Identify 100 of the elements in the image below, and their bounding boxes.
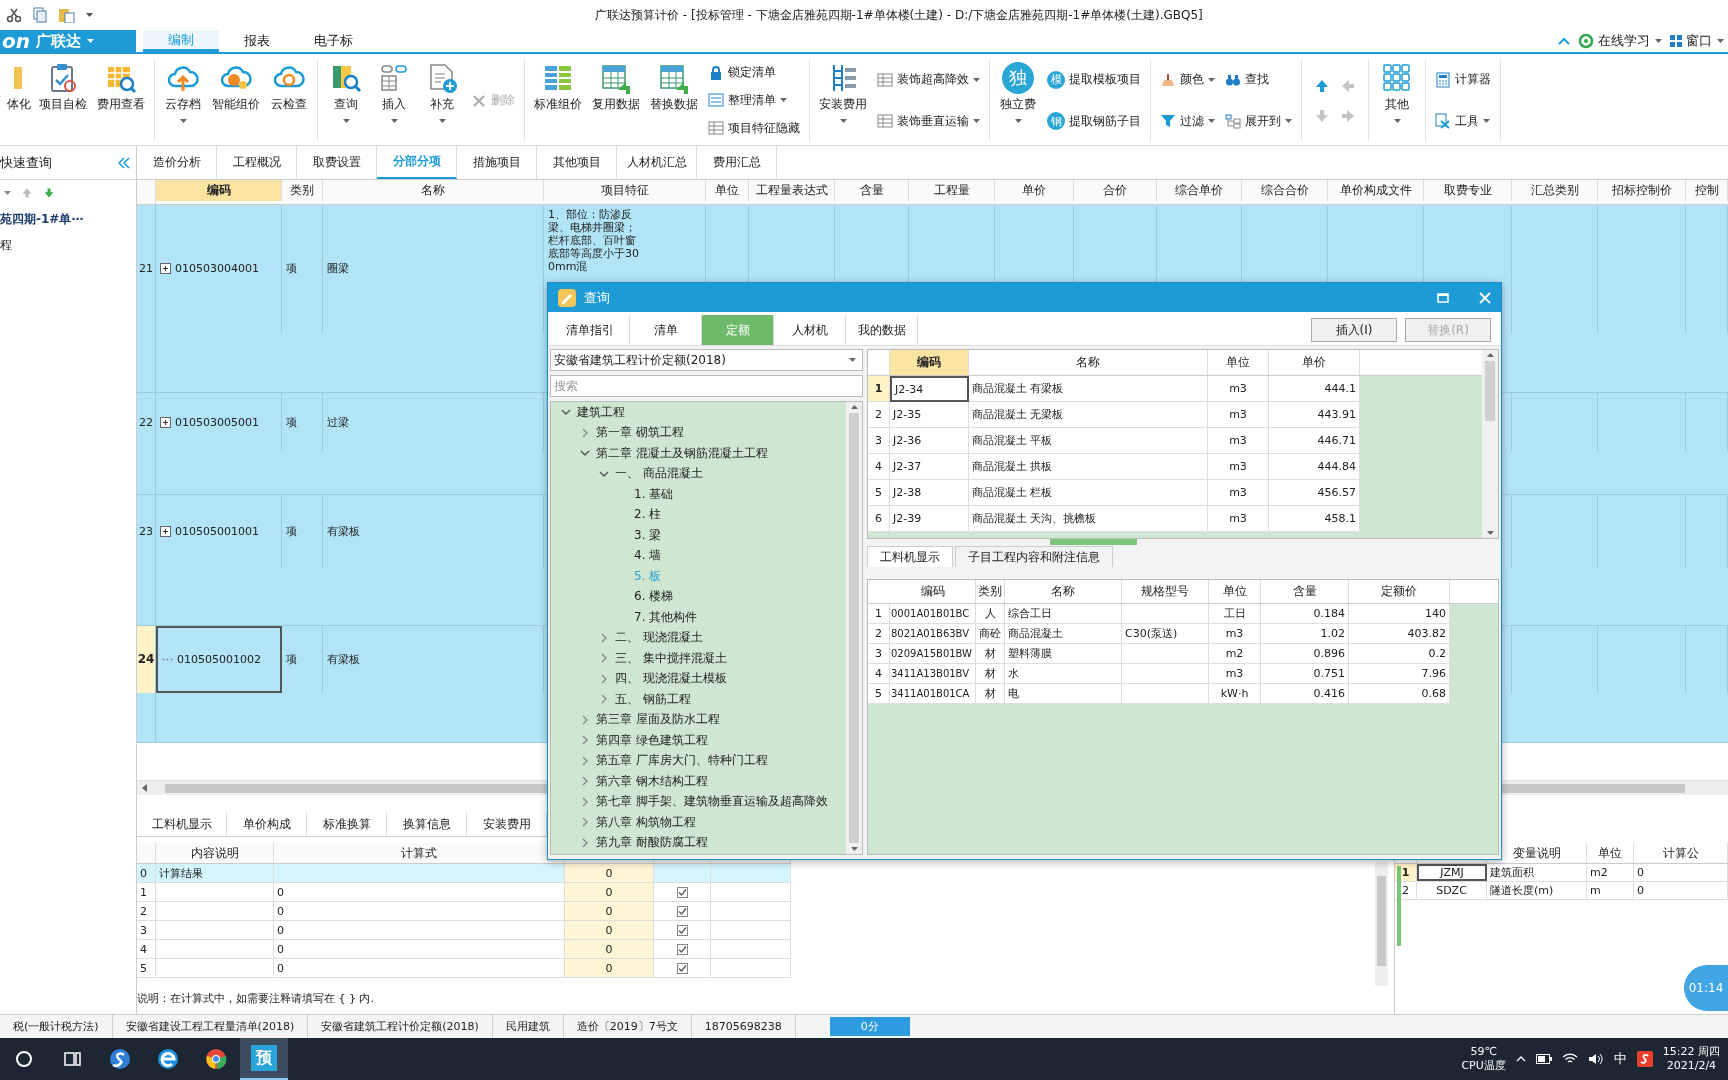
column-header[interactable]: 汇总类别 bbox=[1512, 180, 1598, 201]
checkbox[interactable] bbox=[676, 886, 688, 898]
ribbon-button[interactable]: 查找 bbox=[1222, 69, 1295, 91]
detail-tab[interactable]: 工料机显示 bbox=[867, 546, 953, 567]
scrollbar-thumb[interactable] bbox=[849, 413, 859, 843]
tree-item[interactable]: 第九章 耐酸防腐工程 bbox=[596, 834, 708, 852]
tree-item[interactable]: 五、 钢筋工程 bbox=[615, 690, 691, 708]
column-header[interactable]: 控制 bbox=[1686, 180, 1728, 201]
ribbon-button[interactable]: 展开到 bbox=[1222, 110, 1295, 132]
column-header[interactable]: 含量 bbox=[835, 180, 909, 201]
tree-item[interactable]: 7. 其他构件 bbox=[634, 608, 698, 626]
ribbon-button[interactable]: 插入 bbox=[372, 60, 416, 141]
tree-item[interactable]: 6. 楼梯 bbox=[634, 588, 674, 606]
ribbon-button[interactable]: 计算器 bbox=[1432, 69, 1494, 91]
menu-tab[interactable]: 报表 bbox=[219, 30, 295, 52]
ribbon-button[interactable]: 补充 bbox=[420, 60, 464, 141]
tree-item[interactable]: 第八章 构筑物工程 bbox=[596, 813, 696, 831]
ribbon-button[interactable]: 复用数据 bbox=[589, 60, 643, 141]
table-row[interactable]: 1 JZMJ 建筑面积 m2 0 bbox=[1395, 864, 1728, 882]
column-header[interactable]: 单价构成文件 bbox=[1328, 180, 1424, 201]
ribbon-button[interactable]: 智能组价 bbox=[209, 60, 263, 141]
ribbon-button[interactable]: 项目自检 bbox=[36, 60, 90, 141]
ribbon-button[interactable]: 安装费用 bbox=[816, 60, 870, 141]
tree-item[interactable]: 三、 集中搅拌混凝土 bbox=[615, 649, 727, 667]
ribbon-button[interactable]: 项目特征隐藏 bbox=[705, 117, 803, 139]
quota-row[interactable]: 6 J2-39 商品混凝土 天沟、挑檐板 m3 458.1 bbox=[868, 506, 1360, 532]
checkbox[interactable] bbox=[676, 924, 688, 936]
tree-item[interactable]: 2. 柱 bbox=[634, 506, 662, 524]
tree-item[interactable]: 苑四期-1#单⋯ bbox=[0, 206, 136, 232]
ribbon-button[interactable]: 工具 bbox=[1432, 110, 1494, 132]
tree-item[interactable]: 3. 梁 bbox=[634, 526, 662, 544]
column-header[interactable]: 名称 bbox=[323, 180, 544, 201]
column-header[interactable]: 单位 bbox=[706, 180, 749, 201]
tree-item[interactable]: 一、 商品混凝土 bbox=[615, 465, 703, 483]
tree-item[interactable]: 程 bbox=[0, 232, 136, 258]
column-header[interactable]: 工程量 bbox=[909, 180, 995, 201]
column-header[interactable]: 工程量表达式 bbox=[749, 180, 835, 201]
menu-link[interactable]: 在线学习 bbox=[1598, 32, 1662, 50]
column-header[interactable]: 取费专业 bbox=[1424, 180, 1512, 201]
scrollbar-thumb[interactable] bbox=[1485, 361, 1495, 421]
ribbon-button[interactable]: 模 提取模板项目 bbox=[1044, 68, 1144, 91]
column-header[interactable]: 单价 bbox=[1269, 350, 1360, 375]
column-header[interactable]: 编码 bbox=[890, 350, 969, 375]
tree-item[interactable]: 4. 墙 bbox=[634, 547, 662, 565]
library-dropdown[interactable]: 安徽省建筑工程计价定额(2018) bbox=[550, 349, 863, 371]
ribbon-button[interactable]: 过滤 bbox=[1157, 110, 1218, 132]
column-header[interactable]: 编码 bbox=[156, 180, 282, 201]
ribbon-button[interactable]: 独 独立费 bbox=[996, 60, 1040, 141]
detail-tab[interactable]: 子目工程内容和附注信息 bbox=[955, 546, 1113, 567]
tree-item[interactable]: 第五章 厂库房大门、特种门工程 bbox=[596, 752, 768, 770]
vertical-scrollbar[interactable] bbox=[846, 402, 862, 854]
insert-button[interactable]: 插入(I) bbox=[1311, 318, 1397, 342]
ribbon-button[interactable]: 锁定清单 bbox=[705, 62, 803, 84]
input-method-text[interactable]: 中 bbox=[1613, 1050, 1627, 1068]
column-header[interactable]: 综合合价 bbox=[1242, 180, 1328, 201]
checkbox[interactable] bbox=[676, 962, 688, 974]
tree-item[interactable]: 第一章 砌筑工程 bbox=[596, 424, 684, 442]
ribbon-button[interactable]: 查询 bbox=[324, 60, 368, 141]
vertical-scrollbar[interactable] bbox=[1375, 862, 1388, 986]
checkbox[interactable] bbox=[676, 943, 688, 955]
ribbon-button[interactable]: 替换数据 bbox=[647, 60, 701, 141]
column-header[interactable]: 综合单价 bbox=[1157, 180, 1242, 201]
tree-item[interactable]: 建筑工程 bbox=[577, 403, 625, 421]
checkbox[interactable] bbox=[676, 905, 688, 917]
tree-item[interactable]: 第七章 脚手架、建筑物垂直运输及超高降效 bbox=[596, 793, 828, 811]
column-header[interactable]: 名称 bbox=[969, 350, 1208, 375]
quota-row[interactable]: 2 J2-35 商品混凝土 无梁板 m3 443.91 bbox=[868, 402, 1360, 428]
tree-item[interactable]: 四、 现浇混凝土模板 bbox=[615, 670, 727, 688]
ribbon-button[interactable]: 装饰垂直运输 bbox=[874, 110, 983, 132]
menu-tab[interactable]: 电子标 bbox=[295, 30, 371, 52]
tree-item[interactable]: 第四章 绿色建筑工程 bbox=[596, 731, 708, 749]
tree-item[interactable]: 第六章 钢木结构工程 bbox=[596, 772, 708, 790]
tree-item[interactable]: 1. 基础 bbox=[634, 485, 674, 503]
ribbon-button[interactable]: 云检查 bbox=[267, 60, 311, 141]
ribbon-button[interactable]: 云存档 bbox=[161, 60, 205, 141]
quota-row[interactable]: 1 J2-34 商品混凝土 有梁板 m3 444.1 bbox=[868, 376, 1360, 402]
ribbon-button[interactable]: 体化 bbox=[6, 60, 32, 141]
quota-row[interactable]: 5 J2-38 商品混凝土 栏板 m3 456.57 bbox=[868, 480, 1360, 506]
ribbon-button[interactable]: 颜色 bbox=[1157, 69, 1218, 91]
column-header[interactable]: 项目特征 bbox=[544, 180, 706, 201]
tree-item[interactable]: 第三章 屋面及防水工程 bbox=[596, 711, 720, 729]
column-header[interactable]: 招标控制价 bbox=[1598, 180, 1686, 201]
column-header[interactable]: 类别 bbox=[282, 180, 323, 201]
column-header[interactable]: 单价 bbox=[995, 180, 1074, 201]
ribbon-button[interactable]: 标准组价 bbox=[531, 60, 585, 141]
ribbon-button[interactable]: 其他 bbox=[1375, 60, 1419, 141]
ribbon-button[interactable]: 费用查看 bbox=[94, 60, 148, 141]
tree-item[interactable]: 二、 现浇混凝土 bbox=[615, 629, 703, 647]
column-header[interactable]: 合价 bbox=[1074, 180, 1157, 201]
tree-item[interactable]: 第二章 混凝土及钢筋混凝土工程 bbox=[596, 444, 768, 462]
vertical-scrollbar[interactable] bbox=[1482, 350, 1498, 538]
menu-link[interactable]: 窗口 bbox=[1686, 32, 1724, 50]
ribbon-button[interactable]: 整理清单 bbox=[705, 90, 803, 111]
quota-row[interactable]: 3 J2-36 商品混凝土 平板 m3 446.71 bbox=[868, 428, 1360, 454]
ribbon-button[interactable]: 装饰超高降效 bbox=[874, 69, 983, 91]
column-header[interactable]: 单位 bbox=[1208, 350, 1269, 375]
quota-row[interactable]: 4 J2-37 商品混凝土 拱板 m3 444.84 bbox=[868, 454, 1360, 480]
ribbon-button[interactable]: 钢 提取钢筋子目 bbox=[1044, 110, 1144, 133]
search-field[interactable]: 搜索 bbox=[550, 375, 863, 397]
table-row[interactable]: 2 SDZC 隧道长度(m) m 0 bbox=[1395, 882, 1728, 900]
